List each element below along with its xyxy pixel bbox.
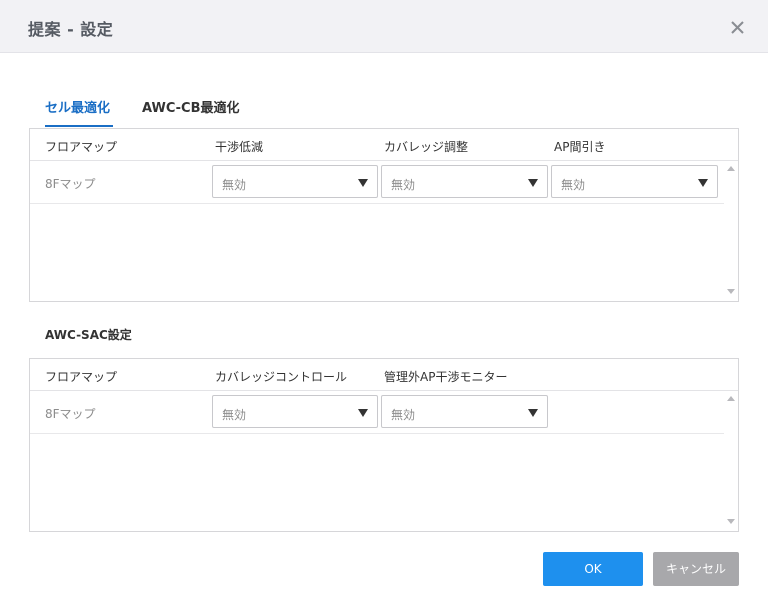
table-header: フロアマップ 干渉低減 カバレッジ調整 AP間引き bbox=[30, 129, 738, 161]
ap-thinning-select[interactable]: 無効 bbox=[551, 165, 718, 198]
chevron-down-icon bbox=[698, 179, 708, 187]
select-value: 無効 bbox=[391, 178, 416, 192]
section-title-awc-sac: AWC-SAC設定 bbox=[45, 328, 132, 342]
tab-cell-optimization[interactable]: セル最適化 bbox=[45, 94, 110, 128]
select-value: 無効 bbox=[222, 178, 247, 192]
select-value: 無効 bbox=[391, 408, 416, 422]
column-header-floor-map: フロアマップ bbox=[45, 140, 118, 154]
tab-bar: セル最適化 AWC-CB最適化 bbox=[29, 94, 739, 128]
dialog-header: 提案 - 設定 bbox=[0, 0, 768, 53]
scroll-down-arrow-icon[interactable] bbox=[727, 289, 735, 294]
column-header-coverage-adjustment: カバレッジ調整 bbox=[384, 140, 469, 154]
select-value: 無効 bbox=[222, 408, 247, 422]
close-button[interactable] bbox=[728, 18, 748, 38]
table-row: 8Fマップ 無効 無効 bbox=[30, 391, 724, 434]
coverage-adjustment-select[interactable]: 無効 bbox=[381, 165, 548, 198]
scroll-up-arrow-icon[interactable] bbox=[727, 166, 735, 171]
scrollbar[interactable] bbox=[724, 161, 738, 301]
table-row: 8Fマップ 無効 無効 無効 bbox=[30, 161, 724, 204]
chevron-down-icon bbox=[528, 409, 538, 417]
column-header-floor-map: フロアマップ bbox=[45, 370, 118, 384]
tab-awc-cb-optimization[interactable]: AWC-CB最適化 bbox=[142, 94, 240, 128]
scroll-down-arrow-icon[interactable] bbox=[727, 519, 735, 524]
cell-optimization-table: フロアマップ 干渉低減 カバレッジ調整 AP間引き 8Fマップ 無効 無効 無効 bbox=[29, 128, 739, 302]
column-header-unmanaged-ap-monitor: 管理外AP干渉モニター bbox=[384, 370, 508, 384]
scrollbar[interactable] bbox=[724, 391, 738, 531]
coverage-control-select[interactable]: 無効 bbox=[212, 395, 378, 428]
table-header: フロアマップ カバレッジコントロール 管理外AP干渉モニター bbox=[30, 359, 738, 391]
chevron-down-icon bbox=[528, 179, 538, 187]
chevron-down-icon bbox=[358, 179, 368, 187]
floor-map-name: 8Fマップ bbox=[45, 177, 96, 191]
chevron-down-icon bbox=[358, 409, 368, 417]
active-tab-indicator bbox=[45, 125, 113, 127]
ok-button[interactable]: OK bbox=[543, 552, 643, 586]
unmanaged-ap-monitor-select[interactable]: 無効 bbox=[381, 395, 548, 428]
interference-reduction-select[interactable]: 無効 bbox=[212, 165, 378, 198]
column-header-interference-reduction: 干渉低減 bbox=[215, 140, 264, 154]
column-header-ap-thinning: AP間引き bbox=[554, 140, 606, 154]
scroll-up-arrow-icon[interactable] bbox=[727, 396, 735, 401]
floor-map-name: 8Fマップ bbox=[45, 407, 96, 421]
cancel-button[interactable]: キャンセル bbox=[653, 552, 739, 586]
select-value: 無効 bbox=[561, 178, 586, 192]
awc-sac-table: フロアマップ カバレッジコントロール 管理外AP干渉モニター 8Fマップ 無効 … bbox=[29, 358, 739, 532]
close-icon bbox=[731, 21, 744, 34]
dialog-title: 提案 - 設定 bbox=[28, 20, 114, 39]
column-header-coverage-control: カバレッジコントロール bbox=[215, 370, 348, 384]
